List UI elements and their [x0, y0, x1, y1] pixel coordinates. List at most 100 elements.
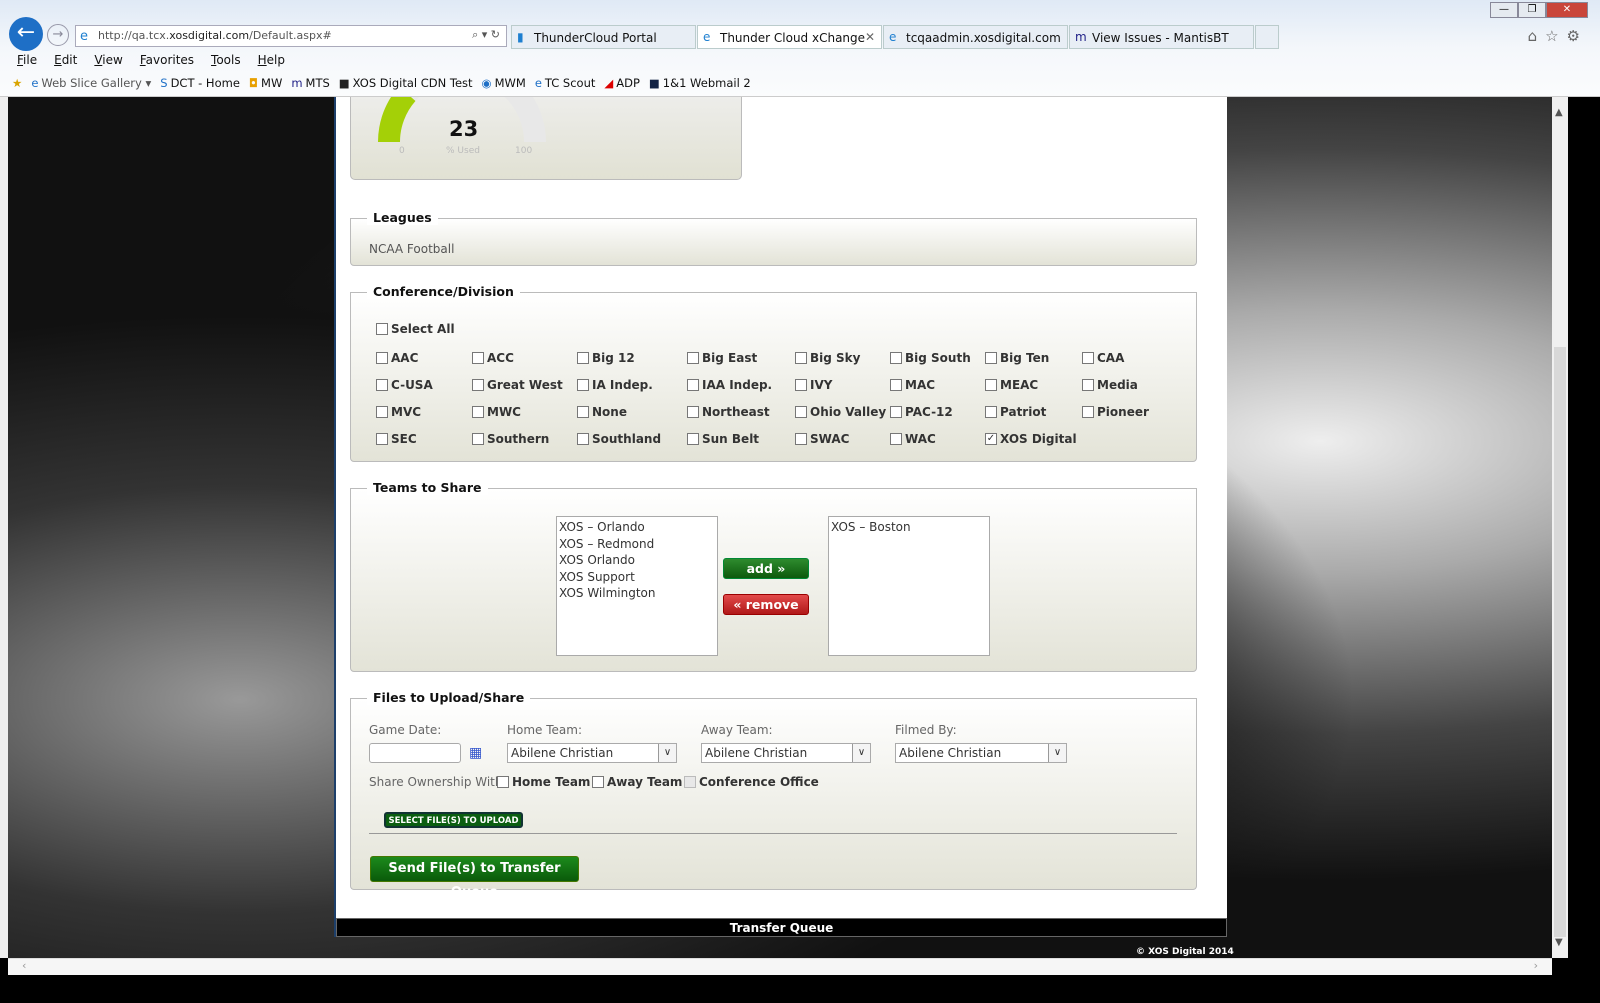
conference-checkbox[interactable]: WAC: [890, 432, 936, 446]
conference-checkbox[interactable]: C-USA: [376, 378, 433, 392]
close-tab-icon[interactable]: ✕: [865, 30, 875, 44]
scroll-right-icon[interactable]: ›: [1534, 959, 1538, 972]
send-to-transfer-queue-button[interactable]: Send File(s) to Transfer Queue: [370, 856, 579, 900]
conference-checkbox[interactable]: Big East: [687, 351, 757, 365]
home-favorites-settings-icons[interactable]: ⌂☆⚙: [1528, 27, 1588, 45]
conference-checkbox[interactable]: Southland: [577, 432, 661, 446]
new-tab-button[interactable]: [1255, 25, 1279, 49]
tab-thunder-cloud-xchange[interactable]: e Thunder Cloud xChange ✕: [697, 25, 882, 49]
conference-checkbox[interactable]: Media: [1082, 378, 1138, 392]
conference-checkbox[interactable]: Big Sky: [795, 351, 860, 365]
conference-checkbox[interactable]: MWC: [472, 405, 521, 419]
files-section: Files to Upload/Share Game Date: ▦ Home …: [350, 690, 1197, 900]
team-option[interactable]: XOS – Boston: [831, 519, 987, 536]
favorites-star-icon[interactable]: ★: [12, 76, 22, 90]
conference-checkbox[interactable]: Big 12: [577, 351, 635, 365]
team-option[interactable]: XOS Orlando: [559, 552, 715, 569]
section-title: Files to Upload/Share: [367, 690, 531, 705]
scroll-down-icon[interactable]: ▼: [1555, 937, 1563, 948]
conference-checkbox[interactable]: Pioneer: [1082, 405, 1149, 419]
checkbox: [376, 379, 388, 391]
conference-checkbox[interactable]: PAC-12: [890, 405, 953, 419]
conference-checkbox[interactable]: IAA Indep.: [687, 378, 772, 392]
tab-mantisbt[interactable]: m View Issues - MantisBT: [1069, 25, 1254, 49]
conference-checkbox[interactable]: Patriot: [985, 405, 1046, 419]
fav-mwm[interactable]: ◉ MWM: [482, 76, 526, 90]
away-team-select[interactable]: Abilene Christian ∨: [701, 743, 871, 763]
team-option[interactable]: XOS – Orlando: [559, 519, 715, 536]
fav-tc-scout[interactable]: e TC Scout: [535, 76, 596, 90]
conference-checkbox[interactable]: ACC: [472, 351, 514, 365]
available-teams-list[interactable]: XOS – Orlando XOS – Redmond XOS Orlando XOS…: [556, 516, 718, 656]
search-refresh-icon[interactable]: ⌕ ▾ ↻: [472, 28, 500, 42]
select-all-checkbox[interactable]: Select All: [376, 322, 455, 336]
conference-checkbox[interactable]: MEAC: [985, 378, 1038, 392]
menu-tools[interactable]: Tools: [211, 53, 241, 67]
horizontal-scrollbar[interactable]: ‹ ›: [8, 958, 1552, 975]
vertical-scrollbar[interactable]: ▲ ▼: [1552, 97, 1568, 958]
conference-checkbox[interactable]: Ohio Valley: [795, 405, 886, 419]
gauge-value: 23: [449, 117, 479, 141]
scroll-left-icon[interactable]: ‹: [22, 959, 26, 972]
filmed-by-select[interactable]: Abilene Christian ∨: [895, 743, 1067, 763]
close-window-button[interactable]: ✕: [1546, 2, 1588, 18]
menu-view[interactable]: View: [94, 53, 122, 67]
menu-edit[interactable]: Edit: [54, 53, 77, 67]
conference-checkbox[interactable]: Big Ten: [985, 351, 1049, 365]
fav-mw[interactable]: ◘ MW: [249, 76, 282, 90]
checkbox: [687, 352, 699, 364]
conference-checkbox[interactable]: MVC: [376, 405, 421, 419]
transfer-queue-bar[interactable]: Transfer Queue: [336, 918, 1227, 937]
team-option[interactable]: XOS – Redmond: [559, 536, 715, 553]
share-ownership-label: Share Ownership With:: [369, 775, 507, 789]
team-option[interactable]: XOS Support: [559, 569, 715, 586]
conference-checkbox[interactable]: IVY: [795, 378, 832, 392]
conference-checkbox[interactable]: IA Indep.: [577, 378, 653, 392]
add-button[interactable]: add »: [723, 558, 809, 579]
back-button[interactable]: ←: [9, 17, 43, 51]
remove-button[interactable]: « remove: [723, 594, 809, 615]
conference-checkbox[interactable]: Northeast: [687, 405, 770, 419]
conference-checkbox[interactable]: MAC: [890, 378, 935, 392]
share-away-team-checkbox[interactable]: Away Team: [592, 775, 682, 789]
scroll-up-icon[interactable]: ▲: [1555, 107, 1563, 118]
tab-tcqaadmin[interactable]: e tcqaadmin.xosdigital.com: [883, 25, 1068, 49]
checkbox: [795, 406, 807, 418]
share-home-team-checkbox[interactable]: Home Team: [497, 775, 590, 789]
select-files-button[interactable]: SELECT FILE(S) TO UPLOAD: [384, 812, 523, 828]
menu-file[interactable]: File: [17, 53, 37, 67]
menu-help[interactable]: Help: [258, 53, 285, 67]
checkbox: [687, 433, 699, 445]
selected-teams-list[interactable]: XOS – Boston: [828, 516, 990, 656]
team-option[interactable]: XOS Wilmington: [559, 585, 715, 602]
fav-xos-cdn-test[interactable]: ■ XOS Digital CDN Test: [339, 76, 473, 90]
game-date-input[interactable]: [369, 743, 461, 763]
fav-web-slice-gallery[interactable]: e Web Slice Gallery ▾: [31, 76, 151, 90]
conference-checkbox[interactable]: Great West: [472, 378, 563, 392]
conference-checkbox[interactable]: None: [577, 405, 627, 419]
conference-checkbox[interactable]: Big South: [890, 351, 971, 365]
share-conference-office-checkbox[interactable]: Conference Office: [684, 775, 819, 789]
tab-thundercloud-portal[interactable]: ▮ ThunderCloud Portal: [511, 25, 696, 49]
conference-checkbox[interactable]: Southern: [472, 432, 549, 446]
fav-webmail[interactable]: ■ 1&1 Webmail 2: [649, 76, 751, 90]
conference-checkbox[interactable]: CAA: [1082, 351, 1124, 365]
home-team-select[interactable]: Abilene Christian ∨: [507, 743, 677, 763]
menu-favorites[interactable]: Favorites: [140, 53, 194, 67]
scroll-thumb[interactable]: [1554, 347, 1566, 937]
conference-checkbox[interactable]: SEC: [376, 432, 417, 446]
fav-adp[interactable]: ◢ ADP: [604, 76, 640, 90]
conference-checkbox[interactable]: AAC: [376, 351, 418, 365]
minimize-button[interactable]: —: [1490, 2, 1518, 18]
address-bar[interactable]: e http://qa.tcx.xosdigital.com/Default.as…: [75, 25, 507, 47]
restore-button[interactable]: ❐: [1518, 2, 1546, 18]
conference-checkbox[interactable]: SWAC: [795, 432, 849, 446]
home-team-label: Home Team:: [507, 723, 583, 737]
calendar-icon[interactable]: ▦: [469, 745, 482, 761]
fav-mts[interactable]: m MTS: [291, 76, 329, 90]
conference-checkbox[interactable]: ✓ XOS Digital: [985, 432, 1077, 446]
checkbox: [1082, 406, 1094, 418]
conference-checkbox[interactable]: Sun Belt: [687, 432, 759, 446]
forward-button[interactable]: →: [47, 24, 69, 46]
fav-dct-home[interactable]: S DCT - Home: [160, 76, 240, 90]
